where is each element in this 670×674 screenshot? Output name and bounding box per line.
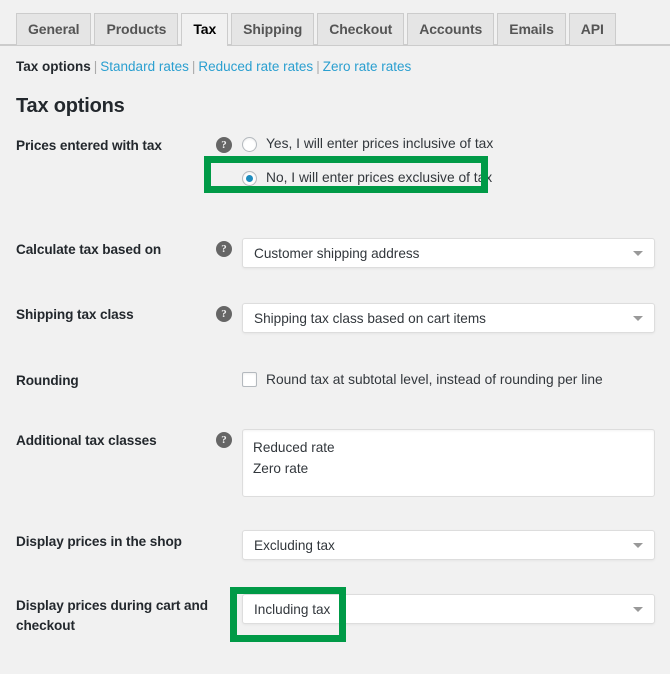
- helpcol-display-prices-cart-checkout: [216, 594, 242, 596]
- subnav-separator-1: |: [93, 59, 98, 74]
- label-display-prices-cart-checkout: Display prices during cart and checkout: [16, 598, 208, 633]
- help-tip-icon[interactable]: ?: [216, 431, 232, 448]
- help-tip-icon[interactable]: ?: [216, 305, 232, 322]
- subnav-separator-3: |: [316, 59, 320, 74]
- select-display-prices-cart-checkout[interactable]: Including tax: [242, 594, 655, 624]
- label-display-prices-in-shop: Display prices in the shop: [16, 534, 182, 549]
- chevron-down-icon: [633, 316, 643, 321]
- radio-option-prices-inclusive[interactable]: Yes, I will enter prices inclusive of ta…: [242, 134, 656, 154]
- label-rounding: Rounding: [16, 373, 79, 388]
- row-shipping-tax-class: Shipping tax class ? Shipping tax class …: [0, 303, 670, 333]
- help-tip-icon[interactable]: ?: [216, 240, 232, 257]
- select-value-display-prices-in-shop: Excluding tax: [254, 537, 335, 553]
- page-title: Tax options: [16, 95, 125, 117]
- help-tip-icon[interactable]: ?: [216, 136, 232, 153]
- checkbox-option-rounding[interactable]: Round tax at subtotal level, instead of …: [242, 369, 603, 389]
- helpcol-calculate-tax-based-on: ?: [216, 238, 242, 258]
- tab-general[interactable]: General: [16, 13, 92, 45]
- label-additional-tax-classes: Additional tax classes: [16, 433, 157, 448]
- subnav-item-tax-options[interactable]: Tax options: [16, 59, 91, 74]
- chevron-down-icon: [633, 607, 643, 612]
- subnav-link-zero-rate-rates[interactable]: Zero rate rates: [323, 59, 412, 74]
- select-value-display-prices-cart-checkout: Including tax: [254, 601, 331, 617]
- label-shipping-tax-class: Shipping tax class: [16, 307, 134, 322]
- label-prices-entered-with-tax: Prices entered with tax: [16, 138, 162, 153]
- radio-label-prices-inclusive[interactable]: Yes, I will enter prices inclusive of ta…: [266, 134, 493, 154]
- row-display-prices-in-shop: Display prices in the shop Excluding tax: [0, 530, 670, 560]
- helpcol-rounding: [216, 369, 242, 371]
- radio-label-prices-exclusive[interactable]: No, I will enter prices exclusive of tax: [266, 168, 492, 188]
- tab-emails[interactable]: Emails: [497, 13, 566, 45]
- settings-tab-bar: General Products Tax Shipping Checkout Accoun…: [0, 0, 670, 46]
- textarea-additional-tax-classes[interactable]: Reduced rate Zero rate: [242, 429, 655, 497]
- subnav: Tax options | Standard rates | Reduced rate …: [0, 46, 670, 76]
- row-additional-tax-classes: Additional tax classes ? Reduced rate Ze…: [0, 429, 670, 497]
- radio-option-prices-exclusive[interactable]: No, I will enter prices exclusive of tax: [242, 168, 656, 188]
- row-rounding: Rounding Round tax at subtotal level, in…: [0, 369, 670, 391]
- select-calculate-tax-based-on[interactable]: Customer shipping address: [242, 238, 655, 268]
- radio-prices-exclusive[interactable]: [242, 170, 257, 186]
- tab-api[interactable]: API: [568, 13, 616, 45]
- row-display-prices-cart-checkout: Display prices during cart and checkout …: [0, 587, 670, 642]
- checkbox-round-tax-at-subtotal[interactable]: [242, 371, 257, 387]
- tab-accounts[interactable]: Accounts: [407, 13, 495, 45]
- subnav-separator-2: |: [191, 59, 196, 74]
- tab-products[interactable]: Products: [94, 13, 179, 45]
- helpcol-display-prices-in-shop: [216, 530, 242, 532]
- subnav-link-standard-rates[interactable]: Standard rates: [100, 59, 189, 74]
- select-value-shipping-tax-class: Shipping tax class based on cart items: [254, 310, 486, 326]
- tab-tax[interactable]: Tax: [181, 13, 229, 46]
- helpcol-prices-entered-with-tax: ?: [216, 134, 242, 154]
- helpcol-shipping-tax-class: ?: [216, 303, 242, 323]
- field-rounding: Round tax at subtotal level, instead of …: [216, 369, 670, 389]
- tab-shipping[interactable]: Shipping: [231, 13, 315, 45]
- radio-prices-inclusive[interactable]: [242, 136, 257, 152]
- checkbox-label-round-tax-at-subtotal[interactable]: Round tax at subtotal level, instead of …: [266, 372, 603, 387]
- tax-options-form: Prices entered with tax ? Yes, I will en…: [0, 134, 670, 642]
- field-prices-entered-with-tax: ? Yes, I will enter prices inclusive of …: [204, 134, 670, 193]
- chevron-down-icon: [633, 543, 643, 548]
- helpcol-additional-tax-classes: ?: [216, 429, 242, 449]
- subnav-link-reduced-rate-rates[interactable]: Reduced rate rates: [198, 59, 313, 74]
- select-display-prices-in-shop[interactable]: Excluding tax: [242, 530, 655, 560]
- field-display-prices-in-shop: Excluding tax: [216, 530, 670, 560]
- field-additional-tax-classes: ? Reduced rate Zero rate: [216, 429, 670, 497]
- select-value-calculate-tax-based-on: Customer shipping address: [254, 245, 420, 261]
- field-calculate-tax-based-on: ? Customer shipping address: [216, 238, 670, 268]
- field-shipping-tax-class: ? Shipping tax class based on cart items: [216, 303, 670, 333]
- label-calculate-tax-based-on: Calculate tax based on: [16, 242, 162, 257]
- chevron-down-icon: [633, 251, 643, 256]
- field-display-prices-cart-checkout: Including tax: [216, 587, 670, 642]
- row-prices-entered-with-tax: Prices entered with tax ? Yes, I will en…: [0, 134, 670, 193]
- select-shipping-tax-class[interactable]: Shipping tax class based on cart items: [242, 303, 655, 333]
- row-calculate-tax-based-on: Calculate tax based on ? Customer shippi…: [0, 238, 670, 268]
- tab-checkout[interactable]: Checkout: [317, 13, 405, 45]
